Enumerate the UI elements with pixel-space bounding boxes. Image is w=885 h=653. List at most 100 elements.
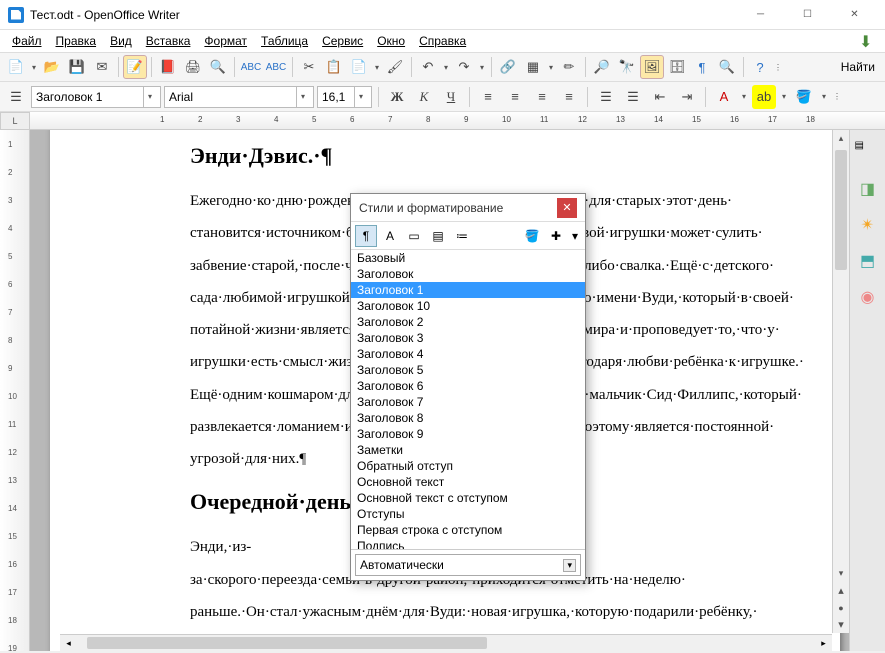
menu-view[interactable]: Вид (104, 32, 138, 50)
help-icon[interactable]: ? (748, 55, 772, 79)
align-left-icon[interactable]: ≡ (476, 85, 500, 109)
page-styles-icon[interactable]: ▤ (427, 225, 449, 247)
scroll-right-icon[interactable]: ▸ (815, 635, 832, 651)
font-color-dropdown[interactable]: ▾ (739, 92, 749, 101)
align-right-icon[interactable]: ≡ (530, 85, 554, 109)
find-replace-icon[interactable]: 🔎 (590, 55, 614, 79)
autospell-icon[interactable]: ABC (264, 55, 288, 79)
new-doc-dropdown[interactable]: ▾ (29, 63, 39, 72)
list-styles-icon[interactable]: ≔ (451, 225, 473, 247)
styles-list-item[interactable]: Подпись (351, 538, 585, 550)
show-draw-icon[interactable]: ✏ (557, 55, 581, 79)
redo-icon[interactable]: ↷ (452, 55, 476, 79)
sidebar-properties-icon[interactable]: ▤ (855, 140, 881, 166)
paragraph-style-combo[interactable]: Заголовок 1 ▾ (31, 86, 161, 108)
sidebar-gallery-icon[interactable]: ✴ (855, 212, 881, 238)
styles-list-item[interactable]: Заголовок 10 (351, 298, 585, 314)
menu-file[interactable]: Файл (6, 32, 48, 50)
undo-dropdown[interactable]: ▾ (441, 63, 451, 72)
underline-button[interactable]: Ч (439, 85, 463, 109)
scroll-v-thumb[interactable] (835, 150, 847, 270)
scroll-h-thumb[interactable] (87, 637, 487, 649)
print-preview-icon[interactable]: 🔍 (206, 55, 230, 79)
sidebar-cube-icon[interactable]: ◨ (855, 176, 881, 202)
window-minimize[interactable]: ─ (738, 1, 783, 29)
styles-list-item[interactable]: Заголовок 5 (351, 362, 585, 378)
menu-format[interactable]: Формат (198, 32, 253, 50)
ruler-corner[interactable]: L (0, 112, 30, 130)
bullet-list-icon[interactable]: ☰ (621, 85, 645, 109)
styles-list-item[interactable]: Заголовок 7 (351, 394, 585, 410)
scroll-nav-prev-icon[interactable]: ▴ (833, 582, 849, 599)
styles-list-item[interactable]: Первая строка с отступом (351, 522, 585, 538)
chevron-down-icon[interactable]: ▾ (296, 87, 309, 107)
paste-icon[interactable]: 📄 (347, 55, 371, 79)
cut-icon[interactable]: ✂ (297, 55, 321, 79)
styles-dialog-titlebar[interactable]: Стили и форматирование ✕ (351, 194, 585, 222)
align-center-icon[interactable]: ≡ (503, 85, 527, 109)
align-justify-icon[interactable]: ≡ (557, 85, 581, 109)
ruler-horizontal[interactable]: 123456789101112131415161718 (30, 112, 885, 129)
open-icon[interactable]: 📂 (40, 55, 64, 79)
background-dropdown[interactable]: ▾ (819, 92, 829, 101)
highlight-icon[interactable]: ab (752, 85, 776, 109)
fill-format-icon[interactable]: 🪣 (521, 225, 543, 247)
edit-doc-icon[interactable]: 📝 (123, 55, 147, 79)
styles-dialog[interactable]: Стили и форматирование ✕ ¶ A ▭ ▤ ≔ 🪣 ✚ ▾… (350, 193, 586, 581)
window-maximize[interactable]: ☐ (785, 1, 830, 29)
scroll-nav-next-icon[interactable]: ▾ (833, 616, 849, 633)
sidebar-compass-icon[interactable]: ◉ (855, 284, 881, 310)
gallery-icon[interactable]: 🖼 (640, 55, 664, 79)
styles-list-item[interactable]: Заголовок 1 (351, 282, 585, 298)
spellcheck-icon[interactable]: ABC (239, 55, 263, 79)
styles-list-item[interactable]: Обратный отступ (351, 458, 585, 474)
chevron-down-icon[interactable]: ▾ (354, 87, 367, 107)
decrease-indent-icon[interactable]: ⇤ (648, 85, 672, 109)
new-doc-icon[interactable]: 📄 (4, 55, 28, 79)
font-size-combo[interactable]: 16,1 ▾ (317, 86, 372, 108)
zoom-icon[interactable]: 🔍 (715, 55, 739, 79)
styles-dialog-icon[interactable]: ☰ (4, 85, 28, 109)
data-sources-icon[interactable]: 🗄 (665, 55, 689, 79)
font-color-icon[interactable]: A (712, 85, 736, 109)
frame-styles-icon[interactable]: ▭ (403, 225, 425, 247)
paste-dropdown[interactable]: ▾ (372, 63, 382, 72)
styles-dialog-close[interactable]: ✕ (557, 198, 577, 218)
table-dropdown[interactable]: ▾ (546, 63, 556, 72)
font-name-combo[interactable]: Arial ▾ (164, 86, 314, 108)
menu-window[interactable]: Окно (371, 32, 411, 50)
styles-list-item[interactable]: Основной текст с отступом (351, 490, 585, 506)
chevron-down-icon[interactable]: ▾ (143, 87, 156, 107)
character-styles-icon[interactable]: A (379, 225, 401, 247)
styles-mode-combo[interactable]: Автоматически ▾ (355, 554, 581, 576)
doc-heading-1[interactable]: Энди·Дэвис.·¶ (190, 143, 700, 169)
styles-list-item[interactable]: Основной текст (351, 474, 585, 490)
save-icon[interactable]: 💾 (65, 55, 89, 79)
formatbar-overflow[interactable]: ⋮ (832, 92, 842, 101)
styles-list-item[interactable]: Заголовок 3 (351, 330, 585, 346)
format-paintbrush-icon[interactable]: 🖌 (383, 55, 407, 79)
styles-list-item[interactable]: Заголовок 2 (351, 314, 585, 330)
sidebar-navigator-icon[interactable]: ⬒ (855, 248, 881, 274)
styles-list-item[interactable]: Заголовок 9 (351, 426, 585, 442)
new-style-icon[interactable]: ✚ (545, 225, 567, 247)
copy-icon[interactable]: 📋 (322, 55, 346, 79)
italic-button[interactable]: К (412, 85, 436, 109)
menu-insert[interactable]: Вставка (140, 32, 197, 50)
download-icon[interactable]: ⬇ (859, 32, 877, 50)
styles-list-item[interactable]: Заголовок 6 (351, 378, 585, 394)
styles-list-item[interactable]: Заметки (351, 442, 585, 458)
ruler-vertical[interactable]: 12345678910111213141516171819 (0, 130, 30, 651)
increase-indent-icon[interactable]: ⇥ (675, 85, 699, 109)
window-close[interactable]: ✕ (832, 1, 877, 29)
print-icon[interactable]: 🖨 (181, 55, 205, 79)
chevron-down-icon[interactable]: ▾ (563, 559, 576, 572)
scroll-down-icon[interactable]: ▾ (833, 565, 849, 582)
scrollbar-horizontal[interactable]: ◂ ▸ (60, 634, 832, 651)
scroll-nav-target-icon[interactable]: ● (833, 599, 849, 616)
scroll-up-icon[interactable]: ▴ (833, 130, 849, 147)
navigator-icon[interactable]: 🔭 (615, 55, 639, 79)
new-style-dropdown[interactable]: ▾ (569, 225, 581, 247)
menu-table[interactable]: Таблица (255, 32, 314, 50)
table-icon[interactable]: ▦ (521, 55, 545, 79)
